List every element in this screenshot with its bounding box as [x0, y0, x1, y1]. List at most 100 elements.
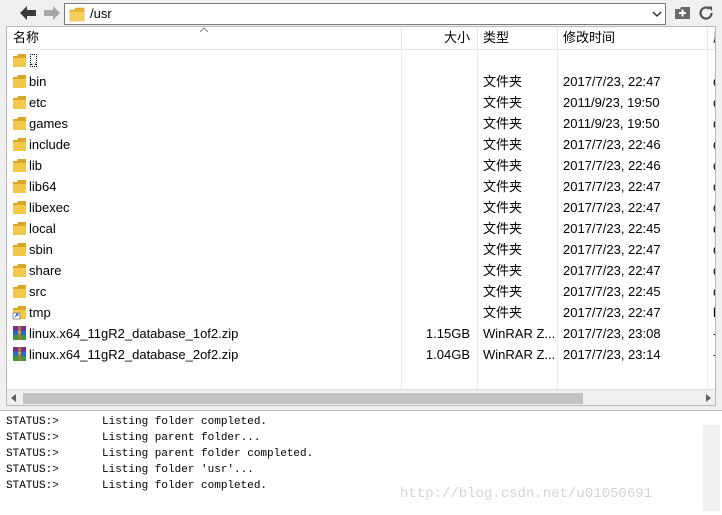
- forward-button[interactable]: [42, 3, 62, 23]
- file-modified: 2017/7/23, 22:45: [563, 221, 661, 236]
- file-name: linux.x64_11gR2_database_1of2.zip: [29, 326, 239, 341]
- table-row[interactable]: etc 文件夹 2011/9/23, 19:50 d: [7, 92, 715, 113]
- back-arrow-icon: [20, 6, 36, 20]
- log-status: STATUS:>: [6, 432, 59, 444]
- toolbar: /usr: [0, 0, 722, 28]
- table-row[interactable]: lib64 文件夹 2017/7/23, 22:47 d: [7, 176, 715, 197]
- scroll-left-icon[interactable]: [11, 394, 16, 402]
- file-attributes: d: [713, 176, 715, 197]
- folder-icon: [13, 222, 26, 235]
- new-folder-icon: [675, 7, 690, 19]
- file-size: [403, 176, 470, 197]
- table-row[interactable]: ..: [7, 50, 715, 71]
- file-type: WinRAR Z...: [483, 347, 555, 362]
- table-row[interactable]: share 文件夹 2017/7/23, 22:47 d: [7, 260, 715, 281]
- folder-icon: [13, 201, 26, 214]
- horizontal-scroll-thumb[interactable]: [23, 393, 583, 404]
- file-modified: 2017/7/23, 23:14: [563, 347, 661, 362]
- scroll-right-icon[interactable]: [706, 394, 711, 402]
- file-name: lib64: [29, 179, 57, 194]
- winrar-archive-icon: [13, 347, 26, 361]
- folder-icon: [69, 7, 85, 22]
- file-modified: [563, 50, 703, 71]
- file-name: sbin: [29, 242, 53, 257]
- file-modified: 2017/7/23, 22:46: [563, 158, 661, 173]
- file-type: 文件夹: [483, 242, 523, 257]
- file-type: 文件夹: [483, 116, 523, 131]
- file-size: [403, 197, 470, 218]
- column-header-type[interactable]: 类型: [483, 27, 509, 49]
- table-row[interactable]: include 文件夹 2017/7/23, 22:46 d: [7, 134, 715, 155]
- file-modified: 2017/7/23, 22:47: [563, 242, 661, 257]
- folder-link-icon: [12, 306, 26, 320]
- file-type: 文件夹: [483, 158, 523, 173]
- vertical-scrollbar[interactable]: [703, 425, 720, 511]
- column-header-size[interactable]: 大小: [403, 27, 470, 49]
- log-status: STATUS:>: [6, 416, 59, 428]
- table-row[interactable]: games 文件夹 2011/9/23, 19:50 d: [7, 113, 715, 134]
- file-attributes: d: [713, 281, 715, 302]
- folder-icon: [13, 180, 26, 193]
- file-type: 文件夹: [483, 221, 523, 236]
- file-attributes: -: [713, 344, 715, 365]
- folder-icon: [13, 159, 26, 172]
- file-name: etc: [29, 95, 47, 110]
- file-attributes: l: [713, 305, 716, 320]
- folder-icon: [13, 243, 26, 256]
- new-folder-button[interactable]: [673, 3, 693, 23]
- file-type: 文件夹: [483, 95, 523, 110]
- sort-ascending-icon: [200, 27, 208, 32]
- table-row[interactable]: libexec 文件夹 2017/7/23, 22:47 d: [7, 197, 715, 218]
- file-name: bin: [29, 74, 47, 89]
- winrar-archive-icon: [13, 326, 26, 340]
- folder-icon: [13, 96, 26, 109]
- column-header-extra[interactable]: 属: [713, 27, 715, 49]
- file-modified: 2017/7/23, 23:08: [563, 326, 661, 341]
- table-row[interactable]: linux.x64_11gR2_database_2of2.zip 1.04GB W…: [7, 344, 715, 365]
- file-modified: 2017/7/23, 22:47: [563, 263, 661, 278]
- table-row[interactable]: sbin 文件夹 2017/7/23, 22:47 d: [7, 239, 715, 260]
- file-size: 1.04GB: [425, 347, 470, 362]
- path-text: /usr: [90, 6, 112, 21]
- table-row[interactable]: bin 文件夹 2017/7/23, 22:47 d: [7, 71, 715, 92]
- refresh-icon: [699, 6, 713, 20]
- table-row[interactable]: linux.x64_11gR2_database_1of2.zip 1.15GB W…: [7, 323, 715, 344]
- log-status: STATUS:>: [6, 480, 59, 492]
- log-message: Listing folder completed.: [102, 416, 268, 428]
- file-size: 1.15GB: [425, 326, 470, 341]
- folder-icon: [13, 54, 26, 67]
- table-row[interactable]: src 文件夹 2017/7/23, 22:45 d: [7, 281, 715, 302]
- file-type: 文件夹: [483, 137, 523, 152]
- folder-icon: [13, 264, 26, 277]
- chevron-down-icon[interactable]: [651, 7, 663, 21]
- table-row[interactable]: local 文件夹 2017/7/23, 22:45 d: [7, 218, 715, 239]
- file-name: games: [29, 116, 69, 131]
- file-type: 文件夹: [483, 284, 523, 299]
- column-header-modified[interactable]: 修改时间: [563, 27, 615, 49]
- file-name: libexec: [29, 200, 70, 215]
- log-status: STATUS:>: [6, 464, 59, 476]
- file-size: [403, 218, 470, 239]
- file-size: [403, 92, 470, 113]
- horizontal-scrollbar[interactable]: [7, 389, 715, 405]
- file-modified: 2017/7/23, 22:46: [563, 137, 661, 152]
- file-name: lib: [29, 158, 43, 173]
- file-attributes: d: [713, 113, 715, 134]
- path-combobox[interactable]: /usr: [64, 3, 666, 25]
- folder-icon: [13, 285, 26, 298]
- file-size: [403, 260, 470, 281]
- column-header-name[interactable]: 名称: [13, 27, 39, 49]
- folder-icon: [13, 117, 26, 130]
- forward-arrow-icon: [44, 6, 60, 20]
- file-name: local: [29, 221, 56, 236]
- file-list-pane: 名称 大小 类型 修改时间 属 .. bin 文件夹 2017/7/23, 22:47…: [6, 26, 716, 406]
- refresh-button[interactable]: [696, 3, 716, 23]
- file-name: linux.x64_11gR2_database_2of2.zip: [29, 347, 239, 362]
- folder-icon: [13, 75, 26, 88]
- file-attributes: d: [713, 197, 715, 218]
- back-button[interactable]: [18, 3, 38, 23]
- table-row[interactable]: lib 文件夹 2017/7/23, 22:46 d: [7, 155, 715, 176]
- table-row[interactable]: tmp 文件夹 2017/7/23, 22:47 l: [7, 302, 716, 323]
- file-attributes: d: [713, 92, 715, 113]
- file-attributes: d: [713, 71, 715, 92]
